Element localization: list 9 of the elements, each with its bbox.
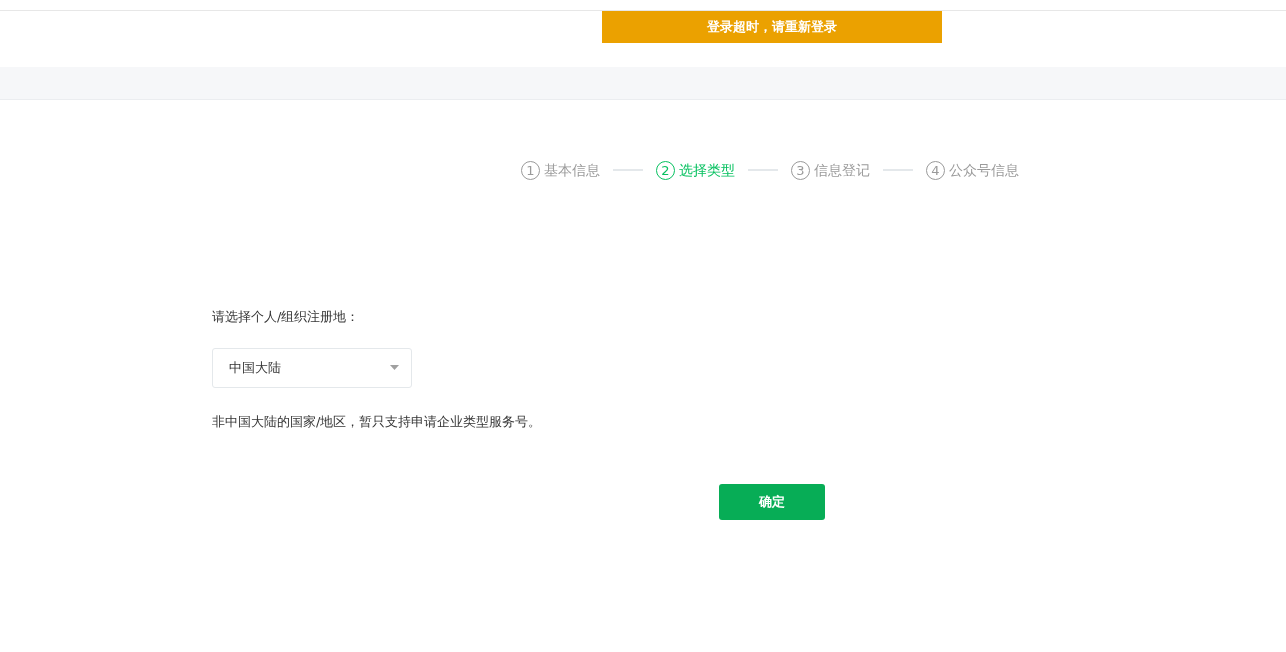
region-select[interactable]: 中国大陆 — [212, 347, 412, 388]
region-note: 非中国大陆的国家/地区，暂只支持申请企业类型服务号。 — [212, 412, 543, 431]
region-label: 请选择个人/组织注册地： — [212, 308, 361, 326]
step-label: 公众号信息 — [949, 160, 1019, 180]
step-label: 基本信息 — [544, 160, 600, 180]
timeout-alert: 登录超时，请重新登录 — [602, 11, 942, 43]
step-label: 选择类型 — [679, 160, 735, 180]
caret-icon — [390, 365, 399, 370]
step-label: 信息登记 — [814, 160, 870, 180]
